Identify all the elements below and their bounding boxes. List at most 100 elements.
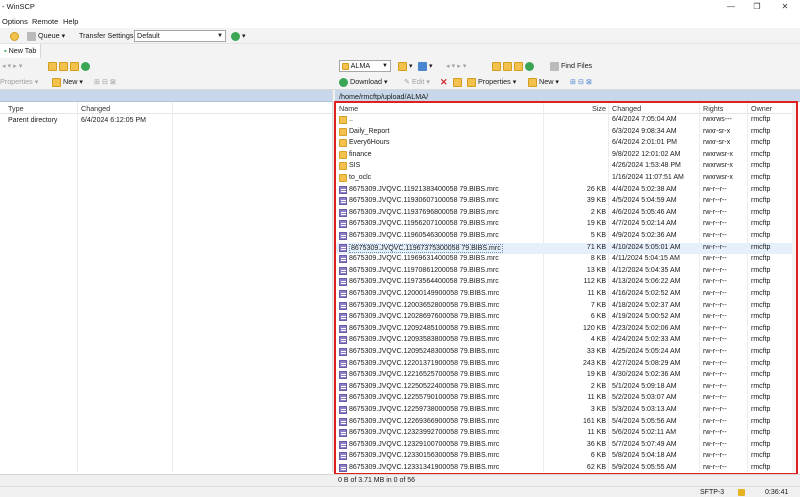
filter-button[interactable]: ▾ [418,60,433,72]
menu-help[interactable]: Help [63,17,78,26]
right-properties-button[interactable]: Properties ▾ [467,76,516,88]
file-row[interactable]: 8675309.JVQVC.11967375300058 79.BIBS.mrc… [335,242,798,255]
file-rights-cell: rwxr-sr-x [703,139,731,147]
column-rights[interactable]: Rights [703,104,723,113]
file-size-cell: 3 KB [590,406,606,413]
menu-remote[interactable]: Remote [32,17,58,26]
file-changed-cell: 4/7/2024 5:02:14 AM [612,220,677,228]
file-name-cell: Every6Hours [349,139,390,147]
file-row[interactable]: 8675309.JVQVC.12003652800058 79.BIBS.mrc… [335,301,798,313]
folder-row[interactable]: Daily_Report 6/3/2024 9:08:34 AM rwxr-sr-x… [335,127,798,139]
column-type[interactable]: Type [8,104,24,113]
left-folder-buttons[interactable] [48,60,90,72]
file-row[interactable]: 8675309.JVQVC.12000149900058 79.BIBS.mrc… [335,289,798,301]
file-row[interactable]: 8675309.JVQVC.11930607100058 79.BIBS.mrc… [335,196,798,208]
remote-location-select[interactable]: ALMA ▼ [339,60,391,72]
file-changed-cell: 5/3/2024 5:03:13 AM [612,406,677,413]
local-row-parent[interactable]: Parent directory 6/4/2024 6:12:05 PM [0,116,332,128]
file-rights-cell: rw-r--r-- [703,371,727,379]
parent-dir-row[interactable]: .. 6/4/2024 7:05:04 AM rwxrws--- rmcftp [335,115,798,127]
file-owner-cell: rmcftp [751,429,771,437]
folder-row[interactable]: to_oclc 1/16/2024 11:07:51 AM rwxrwsr-x rmc… [335,173,798,185]
tab-new[interactable]: ▪ New Tab [0,44,42,58]
file-row[interactable]: 8675309.JVQVC.12259738000058 79.BIBS.mrc… [335,405,798,417]
folder-row[interactable]: SIS 4/26/2024 1:53:48 PM rwxrwsr-x rmcftp [335,161,798,173]
file-icon [339,255,347,264]
file-name-cell: 8675309.JVQVC.12330156300058 79.BIBS.mrc [349,452,500,460]
right-path-bar: /home/rmcftp/upload/ALMA/ [335,90,800,102]
file-row[interactable]: 8675309.JVQVC.12216525700058 79.BIBS.mrc… [335,370,798,382]
file-row[interactable]: 8675309.JVQVC.12331341900058 79.BIBS.mrc… [335,463,798,472]
preferences-icon[interactable] [10,30,19,42]
file-row[interactable]: 8675309.JVQVC.12093583800058 79.BIBS.mrc… [335,335,798,347]
maximize-icon[interactable]: ❐ [744,0,770,14]
download-button[interactable]: Download ▾ [339,76,388,88]
column-changed[interactable]: Changed [612,104,641,113]
menu-options[interactable]: Options [2,17,28,26]
right-new-button[interactable]: New ▾ [528,76,559,88]
open-folder-icon [398,61,407,71]
file-changed-cell: 5/4/2024 5:05:56 AM [612,417,677,425]
file-row[interactable]: 8675309.JVQVC.12329100700058 79.BIBS.mrc… [335,440,798,452]
open-directory-button[interactable]: ▾ [398,60,413,72]
edit-button[interactable]: ✎ Edit ▾ [404,76,430,88]
file-row[interactable]: 8675309.JVQVC.12092485100058 79.BIBS.mrc… [335,324,798,336]
file-row[interactable]: 8675309.JVQVC.12330156300058 79.BIBS.mrc… [335,451,798,463]
file-row[interactable]: 8675309.JVQVC.11973564400058 79.BIBS.mrc… [335,277,798,289]
file-rights-cell: rw-r--r-- [703,348,727,355]
right-select-buttons[interactable]: ⊞ ⊟ ⊠ [570,76,592,88]
column-changed[interactable]: Changed [81,104,110,113]
delete-button[interactable]: ✕ [440,76,448,88]
left-back-button[interactable]: ◂ ▾ ▸ ▾ [2,60,22,72]
file-row[interactable]: 8675309.JVQVC.12255790100058 79.BIBS.mrc… [335,393,798,405]
file-rights-cell: rwxrwsr-x [703,162,733,170]
file-icon [339,440,347,449]
file-row[interactable]: 8675309.JVQVC.11970861200058 79.BIBS.mrc… [335,266,798,278]
left-properties-button[interactable]: Properties ▾ [0,76,38,88]
left-new-button[interactable]: New ▾ [52,76,83,88]
file-row[interactable]: 8675309.JVQVC.11956207100058 79.BIBS.mrc… [335,219,798,231]
file-size-cell: 62 KB [586,464,606,471]
rename-button[interactable] [453,76,462,88]
column-name[interactable]: Name [339,104,358,113]
column-size[interactable]: Size [592,104,606,113]
file-rights-cell: rwxrwsr-x [703,174,733,181]
remote-scrollbar[interactable] [792,102,798,472]
left-select-buttons[interactable]: ⊞ ⊟ ⊠ [94,76,116,88]
minimize-icon[interactable]: — [718,0,744,14]
file-row[interactable]: 8675309.JVQVC.12095248300058 79.BIBS.mrc… [335,347,798,359]
transfer-settings-select[interactable]: Default ▼ [134,30,226,42]
file-size-cell: 33 KB [586,348,606,355]
file-row[interactable]: 8675309.JVQVC.12028697600058 79.BIBS.mrc… [335,312,798,324]
right-back-button[interactable]: ◂ ▾ ▸ ▾ [446,60,466,72]
file-row[interactable]: 8675309.JVQVC.12269366900058 79.BIBS.mrc… [335,417,798,429]
file-rights-cell: rw-r--r-- [703,278,727,286]
file-icon [339,417,347,426]
file-rights-cell: rw-r--r-- [703,313,727,321]
queue-button[interactable]: Queue ▾ [27,30,65,42]
file-row[interactable]: 8675309.JVQVC.11921383400058 79.BIBS.mrc… [335,185,798,197]
close-icon[interactable]: ✕ [772,0,798,14]
folder-row[interactable]: Every6Hours 6/4/2024 2:01:01 PM rwxr-sr-x r… [335,138,798,150]
find-files-button[interactable]: Find Files [550,60,592,72]
file-icon [339,266,347,275]
file-changed-cell: 4/5/2024 5:04:59 AM [612,197,677,205]
column-owner[interactable]: Owner [751,104,772,113]
folder-row[interactable]: finance 9/8/2022 12:01:02 AM rwxrwsr-x rmcf… [335,150,798,162]
file-changed-cell: 9/8/2022 12:01:02 AM [612,150,681,158]
home-folder-icon [514,61,523,71]
transfer-options-button[interactable]: ▾ [231,30,246,42]
new-tab-label: New Tab [8,46,37,55]
file-row[interactable]: 8675309.JVQVC.12323992700058 79.BIBS.mrc… [335,428,798,440]
file-row[interactable]: 8675309.JVQVC.11969631400058 79.BIBS.mrc… [335,254,798,266]
file-rights-cell: rw-r--r-- [703,324,727,332]
file-changed-cell: 6/3/2024 9:08:34 AM [612,127,677,135]
file-row[interactable]: 8675309.JVQVC.12201371900058 79.BIBS.mrc… [335,359,798,371]
file-row[interactable]: 8675309.JVQVC.12250522400058 79.BIBS.mrc… [335,382,798,394]
right-folder-buttons[interactable] [492,60,534,72]
new-tab-icon: ▪ [4,46,7,55]
file-row[interactable]: 8675309.JVQVC.11937696800058 79.BIBS.mrc… [335,208,798,220]
file-row[interactable]: 8675309.JVQVC.11960546300058 79.BIBS.mrc… [335,231,798,243]
file-size-cell: 8 KB [590,255,606,263]
main-toolbar: Queue ▾ Transfer Settings Default ▼ ▾ [0,28,800,44]
